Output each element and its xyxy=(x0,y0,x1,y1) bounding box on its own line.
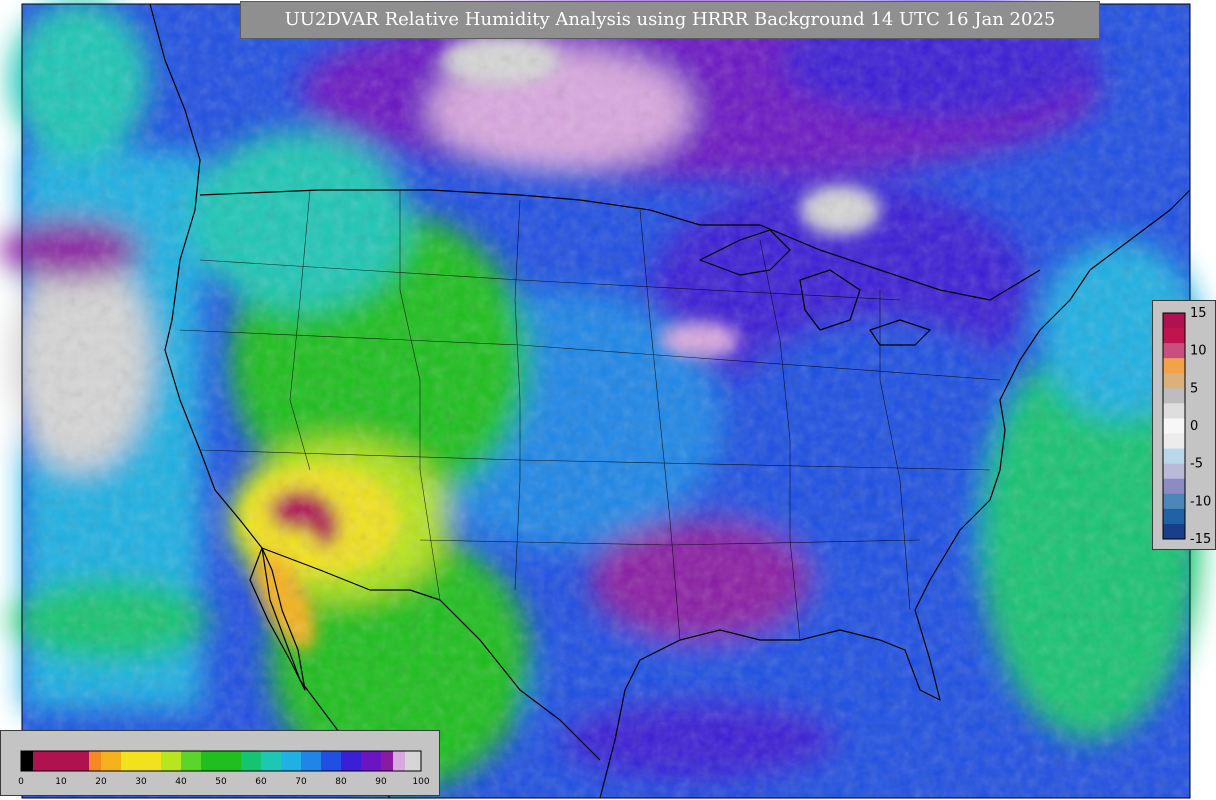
rh-colorbar-swatch-7 xyxy=(201,751,242,771)
rh-colorbar-swatch-8 xyxy=(241,751,262,771)
rh-colorbar-svg: 0 10 20 30 40 50 60 70 80 90 100 xyxy=(18,750,430,787)
rh-colorbar-swatch-9 xyxy=(261,751,282,771)
difference-colorbar-tick: 10 xyxy=(1190,344,1207,359)
rh-colorbar-tick: 30 xyxy=(135,777,147,787)
rh-colorbar-swatch-6 xyxy=(181,751,202,771)
rh-colorbar-tick: 20 xyxy=(95,777,107,787)
difference-colorbar-tick: 0 xyxy=(1190,419,1198,434)
humidity-map xyxy=(0,0,1200,799)
rh-colorbar-tick: 60 xyxy=(255,777,267,787)
rh-colorbar-swatch-12 xyxy=(321,751,342,771)
difference-colorbar-swatch-13 xyxy=(1163,508,1185,525)
difference-colorbar-tick: 15 xyxy=(1190,306,1207,321)
difference-colorbar-tick: 5 xyxy=(1190,381,1198,396)
rh-colorbar-swatch-10 xyxy=(281,751,302,771)
rh-colorbar-tick: 90 xyxy=(375,777,387,787)
rh-colorbar-tick: 70 xyxy=(295,777,307,787)
difference-colorbar-swatch-8 xyxy=(1163,433,1185,450)
difference-colorbar-tick: -15 xyxy=(1190,532,1211,547)
difference-colorbar-tick: -10 xyxy=(1190,494,1211,509)
map-title: UU2DVAR Relative Humidity Analysis using… xyxy=(240,1,1100,39)
rh-colorbar-tick: 40 xyxy=(175,777,187,787)
difference-colorbar-swatch-12 xyxy=(1163,493,1185,510)
difference-colorbar-swatch-6 xyxy=(1163,403,1185,419)
texture-overlay xyxy=(22,4,1190,798)
rh-colorbar-tick: 10 xyxy=(55,777,67,787)
difference-colorbar-tick: -5 xyxy=(1190,457,1203,472)
difference-colorbar-swatch-7 xyxy=(1163,418,1185,435)
rh-colorbar-swatch-15 xyxy=(381,751,394,771)
difference-colorbar-svg: 15 10 5 0 -5 -10 -15 xyxy=(1162,306,1211,547)
difference-colorbar-swatch-14 xyxy=(1163,523,1185,540)
difference-colorbar-swatch-3 xyxy=(1163,358,1185,374)
rh-colorbar-swatch-4 xyxy=(121,751,162,771)
rh-colorbar-tick: 0 xyxy=(18,777,24,787)
difference-colorbar-swatch-4 xyxy=(1163,373,1185,389)
rh-colorbar-tick: 50 xyxy=(215,777,227,787)
difference-colorbar-swatch-10 xyxy=(1163,463,1185,480)
difference-colorbar-swatch-0 xyxy=(1163,313,1185,329)
rh-colorbar-tick: 80 xyxy=(335,777,347,787)
rh-colorbar-swatch-2 xyxy=(89,751,102,771)
rh-colorbar-swatch-0 xyxy=(21,751,34,771)
difference-colorbar-swatch-1 xyxy=(1163,328,1185,344)
rh-colorbar-swatch-11 xyxy=(301,751,322,771)
rh-colorbar-tick: 100 xyxy=(412,777,429,787)
rh-colorbar-swatch-14 xyxy=(361,751,382,771)
difference-colorbar-swatch-11 xyxy=(1163,478,1185,495)
rh-colorbar-swatch-13 xyxy=(341,751,362,771)
rh-colorbar-swatch-5 xyxy=(161,751,182,771)
difference-colorbar: 15 10 5 0 -5 -10 -15 xyxy=(1152,300,1216,550)
rh-colorbar-swatch-1 xyxy=(33,751,90,771)
rh-colorbar-swatch-16 xyxy=(393,751,406,771)
difference-colorbar-swatch-9 xyxy=(1163,448,1185,465)
difference-colorbar-swatch-2 xyxy=(1163,343,1185,359)
rh-colorbar-swatch-17 xyxy=(405,751,422,771)
difference-colorbar-swatch-5 xyxy=(1163,388,1185,404)
rh-colorbar: 0 10 20 30 40 50 60 70 80 90 100 xyxy=(0,730,440,796)
rh-colorbar-swatch-3 xyxy=(101,751,122,771)
